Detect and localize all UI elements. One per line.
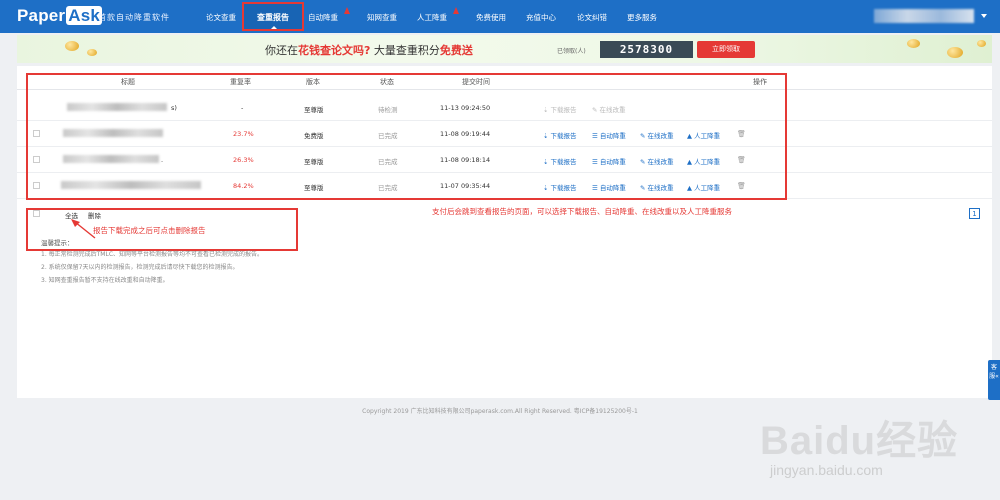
logo-text: Paper [17,6,66,25]
tip-item: 1. 每正常检测完成后TMLC、知网等平台检测报告等均不可查看已检测完成的报告。 [41,251,264,258]
coin-icon [65,41,79,51]
nav-item-check-report[interactable]: 查重报告 [242,2,304,31]
hot-badge-icon [344,7,350,14]
baidu-watermark-url: jingyan.baidu.com [770,462,883,478]
nav-item-more-services[interactable]: 更多服务 [627,12,657,23]
claimed-label: 已领取(人) [557,48,586,55]
logo-accent: Ask [66,6,103,25]
report-panel: 标题 重复率 版本 状态 提交时间 操作 s) - 至尊版 待检测 11-13 … [17,66,992,398]
logo[interactable]: Paper Ask [17,6,103,26]
coin-icon [87,49,97,56]
banner-highlight: 花钱查论文吗? [298,44,371,57]
hot-badge-icon [453,7,459,14]
banner-text: 你还在 [265,44,298,57]
claim-now-button[interactable]: 立即领取 [697,41,755,58]
tip-item: 2. 系统仅保留7天以内的检测报告，检测完成后请尽快下载您的检测报告。 [41,264,239,271]
active-caret-icon [271,26,277,29]
user-account-blurred[interactable] [874,9,974,23]
banner-highlight: 免费送 [439,44,473,57]
promo-banner: 你还在花钱查论文吗? 大量查重积分免费送 已领取(人) 2578300 立即领取 [17,35,992,63]
delete-hint-annotation: 报告下载完成之后可点击删除报告 [93,226,206,235]
pagination-current[interactable]: 1 [969,208,980,219]
nav-item-thesis-check[interactable]: 论文查重 [206,12,236,23]
nav-item-error-correct[interactable]: 论文纠错 [577,12,607,23]
coin-icon [977,40,986,47]
coin-icon [907,39,920,48]
chevron-down-icon[interactable] [981,14,987,18]
nav-item-recharge[interactable]: 充值中心 [526,12,556,23]
tip-item: 3. 知网查重报告暂不支持在线改重和自动降重。 [41,277,169,284]
slogan: 首款自动降重软件 [98,13,170,22]
banner-title: 你还在花钱查论文吗? 大量查重积分免费送 [265,42,473,58]
nav-item-label: 查重报告 [257,13,289,22]
nav-item-free-use[interactable]: 免费使用 [476,12,506,23]
nav-item-auto-reduce[interactable]: 自动降重 [308,12,338,23]
tips-title: 温馨提示： [41,239,74,247]
customer-service-tab[interactable]: 客服« [988,360,1000,400]
nav-item-manual-reduce[interactable]: 人工降重 [417,12,447,23]
nav-item-cnki-check[interactable]: 知网查重 [367,12,397,23]
payment-note-annotation: 支付后会跳到查看报告的页面，可以选择下载报告、自动降重、在线改重以及人工降重服务 [432,207,732,216]
coin-icon [947,47,963,58]
top-nav-bar: Paper Ask 首款自动降重软件 论文查重 查重报告 自动降重 知网查重 人工… [0,0,1000,33]
baidu-watermark: Baidu经验 [760,419,959,463]
claimed-counter: 2578300 [600,41,693,58]
banner-text: 大量查重积分 [370,44,440,57]
table-highlight-box [26,73,787,200]
